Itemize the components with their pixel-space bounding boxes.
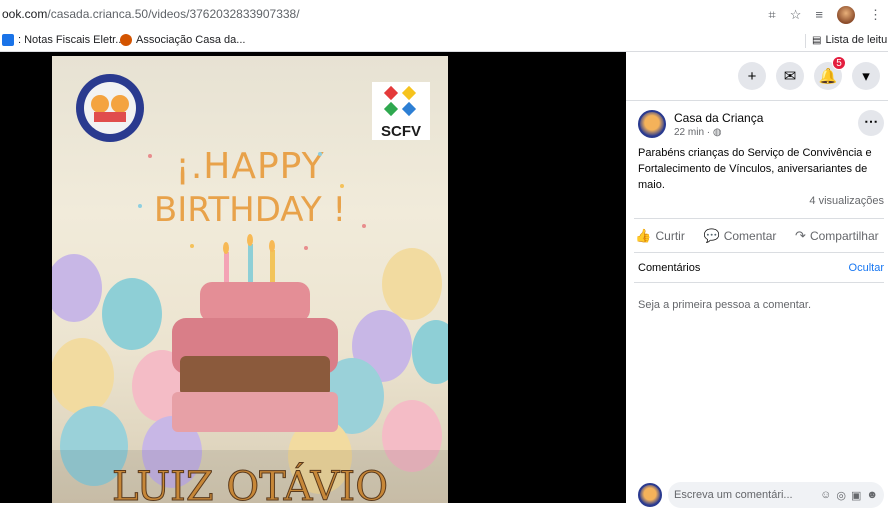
video-frame: SCFV ¡.HAPPY BIRTHDAY ! LUIZ OTÁVIO xyxy=(52,74,448,503)
divider xyxy=(634,282,884,283)
bookmark-favicon xyxy=(2,34,14,46)
hide-comments-link[interactable]: Ocultar xyxy=(849,262,884,274)
comment-input[interactable]: Escreva um comentári... ☺ ◎ ▣ ☻ xyxy=(668,482,884,508)
happy-text: ¡.HAPPY xyxy=(175,146,324,187)
reading-list-icon: ▤ xyxy=(812,34,822,46)
translate-icon[interactable]: ⌗ xyxy=(768,7,775,23)
camera-icon[interactable]: ◎ xyxy=(836,489,846,502)
first-comment-prompt: Seja a primeira pessoa a comentar. xyxy=(638,299,812,311)
bookmark-notas[interactable]: : Notas Fiscais Eletr... xyxy=(2,34,124,46)
url-text[interactable]: ook.com/casada.crianca.50/videos/3762032… xyxy=(2,7,300,21)
url-path: /casada.crianca.50/videos/37620328339073… xyxy=(47,7,300,21)
view-count: 4 visualizações xyxy=(809,195,884,207)
create-button[interactable]: + xyxy=(738,62,766,90)
bookmark-label: : Notas Fiscais Eletr... xyxy=(18,34,125,46)
bookmark-label: Associação Casa da... xyxy=(136,34,246,46)
comment-button[interactable]: 💬 Comentar xyxy=(704,228,777,244)
account-button[interactable]: ▾ xyxy=(852,62,880,90)
reading-list-button[interactable]: ▤ Lista de leitura xyxy=(812,34,888,46)
chevron-down-icon: ▾ xyxy=(862,68,870,85)
birthday-text: BIRTHDAY ! xyxy=(154,190,346,230)
reading-list-label: Lista de leitura xyxy=(825,34,888,46)
thumbs-up-icon: 👍 xyxy=(635,228,652,243)
bookmarks-bar: : Notas Fiscais Eletr... Associação Casa… xyxy=(0,30,888,52)
post-header: Casa da Criança 22 min · ◍ xyxy=(638,110,763,138)
scfv-logo: SCFV xyxy=(372,82,430,140)
post-side-panel: + ✉ 🔔 5 ▾ Casa da Criança 22 min · ◍ ⋯ P… xyxy=(626,52,888,508)
composer-avatar xyxy=(638,483,662,507)
page-avatar[interactable] xyxy=(638,110,666,138)
divider xyxy=(634,218,884,219)
bookmark-associacao[interactable]: Associação Casa da... xyxy=(120,34,245,46)
notification-badge: 5 xyxy=(832,56,846,70)
comment-composer: Escreva um comentári... ☺ ◎ ▣ ☻ xyxy=(638,482,884,508)
reading-list-icon[interactable]: ≡ xyxy=(815,7,823,23)
like-button[interactable]: 👍 Curtir xyxy=(635,228,685,244)
globe-icon: ◍ xyxy=(712,126,722,138)
composer-tools: ☺ ◎ ▣ ☻ xyxy=(820,489,878,502)
bookmark-favicon xyxy=(120,34,132,46)
post-text: Parabéns crianças do Serviço de Convivên… xyxy=(638,147,872,191)
messenger-button[interactable]: ✉ xyxy=(776,62,804,90)
star-icon[interactable]: ☆ xyxy=(790,7,802,23)
more-options-button[interactable]: ⋯ xyxy=(858,110,884,136)
birthday-cake xyxy=(172,234,338,432)
address-bar-icons: ⌗ ☆ ≡ ⋮ xyxy=(768,6,882,24)
divider xyxy=(626,100,888,101)
bell-icon: 🔔 xyxy=(818,68,838,85)
comment-icon: 💬 xyxy=(703,228,720,243)
share-icon: ↷ xyxy=(795,228,806,243)
post-actions: 👍 Curtir 💬 Comentar ↷ Compartilhar xyxy=(626,222,888,250)
share-button[interactable]: ↷ Compartilhar xyxy=(795,228,879,244)
divider xyxy=(634,252,884,253)
menu-icon[interactable]: ⋮ xyxy=(869,7,882,23)
name-text: LUIZ OTÁVIO xyxy=(112,463,388,503)
video-player[interactable]: SCFV ¡.HAPPY BIRTHDAY ! LUIZ OTÁVIO xyxy=(52,56,448,503)
address-bar[interactable]: ook.com/casada.crianca.50/videos/3762032… xyxy=(0,0,888,30)
gif-icon[interactable]: ▣ xyxy=(851,489,861,502)
url-host: ook.com xyxy=(2,7,48,21)
bookmark-separator xyxy=(805,34,806,48)
top-actions: + ✉ 🔔 5 ▾ xyxy=(738,56,880,90)
sticker-icon[interactable]: ☻ xyxy=(866,489,878,502)
post-timestamp[interactable]: 22 min · ◍ xyxy=(674,127,763,138)
page-name[interactable]: Casa da Criança xyxy=(674,111,763,125)
profile-icon[interactable] xyxy=(837,6,855,24)
notifications-button[interactable]: 🔔 5 xyxy=(814,56,846,90)
emoji-icon[interactable]: ☺ xyxy=(820,489,831,502)
comment-placeholder: Escreva um comentári... xyxy=(674,489,793,501)
messenger-icon: ✉ xyxy=(783,68,797,85)
plus-icon: + xyxy=(747,67,757,85)
comments-heading: Comentários xyxy=(638,262,701,274)
scfv-text: SCFV xyxy=(381,123,421,140)
org-seal-logo xyxy=(76,74,144,142)
